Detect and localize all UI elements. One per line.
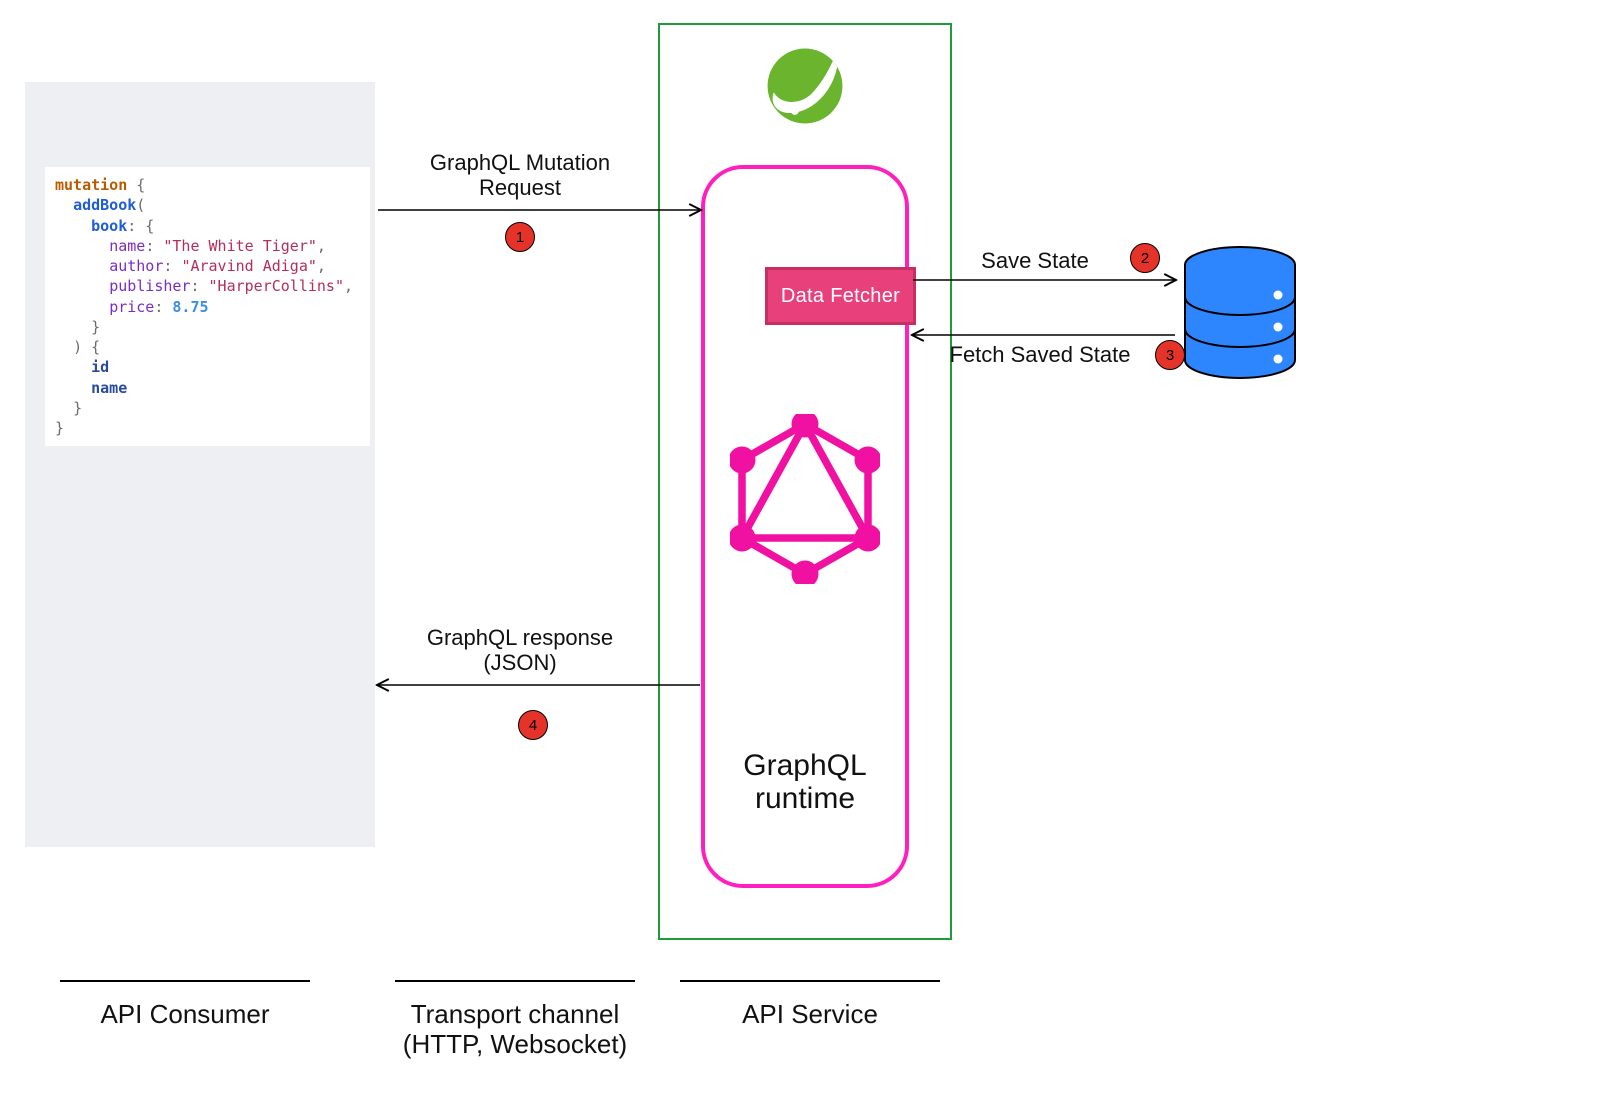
footer-label-consumer: API Consumer (60, 1000, 310, 1030)
label-save-state: Save State (950, 248, 1120, 273)
step-badge-3: 3 (1155, 340, 1185, 370)
label-response: GraphQL response (JSON) (395, 625, 645, 676)
arrow-layer (0, 0, 1599, 1111)
step-badge-1: 1 (505, 222, 535, 252)
footer-label-transport: Transport channel (HTTP, Websocket) (370, 1000, 660, 1060)
label-request: GraphQL Mutation Request (395, 150, 645, 201)
footer-label-service: API Service (680, 1000, 940, 1030)
footer-rule-transport (395, 980, 635, 982)
label-fetch-state: Fetch Saved State (930, 342, 1150, 367)
step-badge-2: 2 (1130, 243, 1160, 273)
footer-rule-service (680, 980, 940, 982)
step-badge-4: 4 (518, 710, 548, 740)
footer-rule-consumer (60, 980, 310, 982)
